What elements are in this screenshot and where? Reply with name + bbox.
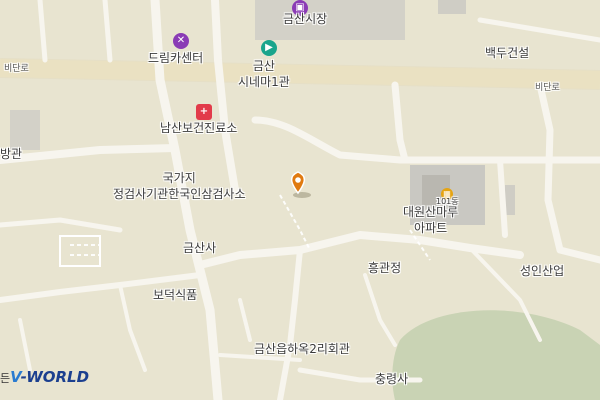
- map-canvas[interactable]: [0, 0, 600, 400]
- place-label-geumsansa[interactable]: 금산사: [183, 242, 216, 255]
- place-label-ginseng-inspection[interactable]: 국가지 정검사기관한국인삼검사소: [113, 170, 245, 202]
- place-label-daewon-sanmaru-apt[interactable]: 대원산마루 아파트: [403, 204, 458, 236]
- hospital-icon[interactable]: +: [196, 104, 212, 120]
- logo-text: -WORLD: [20, 368, 90, 386]
- place-label-heunggwanjeong[interactable]: 흥관정: [368, 262, 401, 275]
- market-building: [255, 0, 405, 40]
- place-label-chungnyeongsa[interactable]: 충령사: [375, 373, 408, 386]
- film-camera-icon[interactable]: ▶: [261, 40, 277, 56]
- place-label-baekdu-construction[interactable]: 백두건설: [485, 47, 529, 60]
- logo-v: V: [10, 368, 21, 386]
- place-label-bodeok-food[interactable]: 보덕식품: [153, 289, 197, 302]
- place-label-bang-gwan[interactable]: 방관: [0, 148, 22, 161]
- place-label-seongin-industry[interactable]: 성인산업: [520, 265, 564, 278]
- wrench-icon[interactable]: ✕: [173, 33, 189, 49]
- road-label-bidan-west: 비단로: [4, 64, 29, 74]
- vworld-logo: 든V-WORLD: [0, 368, 89, 388]
- logo-prefix: 든: [0, 372, 11, 385]
- cinema-line: 금산 시네마1관: [238, 59, 290, 89]
- place-label-dream-car-center[interactable]: 드림카센터: [148, 52, 203, 65]
- road-label-bidan-east: 비단로: [535, 83, 560, 93]
- place-label-haok-village-hall[interactable]: 금산읍하옥2리회관: [254, 343, 350, 356]
- place-label-geumsan-market[interactable]: 금산시장: [283, 13, 327, 26]
- place-label-geumsan-cinema[interactable]: 금산 시네마1관: [238, 58, 290, 90]
- place-label-namsan-clinic[interactable]: 남산보건진료소: [160, 122, 237, 135]
